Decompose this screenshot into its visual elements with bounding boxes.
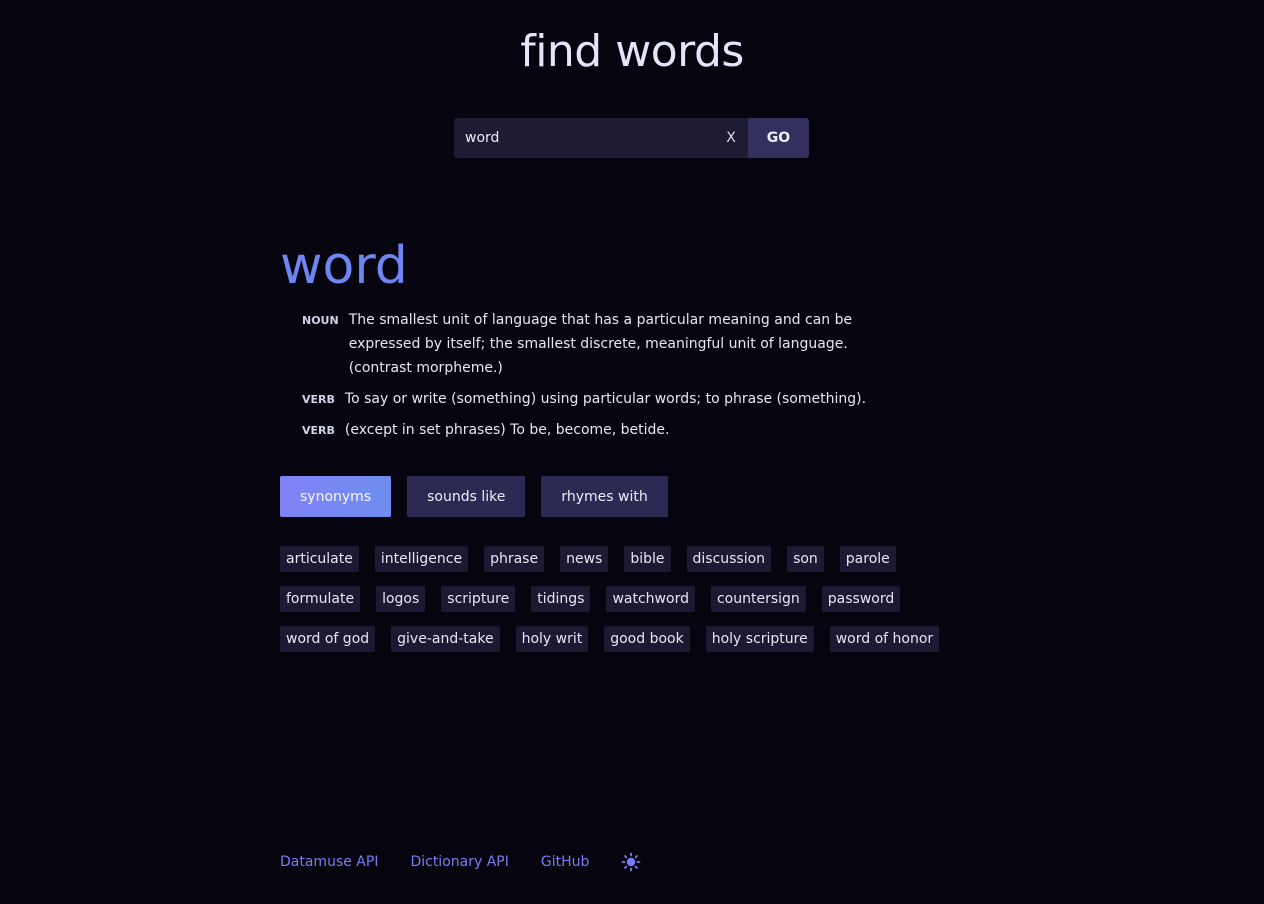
- word-chip[interactable]: phrase: [484, 546, 545, 572]
- definition-text: To say or write (something) using partic…: [344, 391, 867, 407]
- word-chip[interactable]: good book: [604, 626, 690, 652]
- tab-sounds-like[interactable]: sounds like: [407, 476, 526, 517]
- tab-synonyms[interactable]: synonyms: [280, 476, 392, 517]
- definition-text: (except in set phrases) To be, become, b…: [344, 422, 670, 438]
- word-chip[interactable]: intelligence: [374, 546, 469, 572]
- definition-item: VERB (except in set phrases) To be, beco…: [302, 418, 912, 442]
- word-chip[interactable]: tidings: [531, 586, 591, 612]
- part-of-speech: VERB: [302, 424, 335, 437]
- word-chip[interactable]: countersign: [710, 586, 806, 612]
- github-link[interactable]: GitHub: [541, 850, 590, 874]
- tab-rhymes-with[interactable]: rhymes with: [541, 476, 668, 517]
- word-chip[interactable]: holy scripture: [705, 626, 814, 652]
- definition-item: NOUN The smallest unit of language that …: [302, 308, 912, 380]
- word-row: word of god give-and-take holy writ good…: [280, 626, 980, 652]
- word-chip[interactable]: bible: [624, 546, 671, 572]
- word-chip[interactable]: password: [821, 586, 901, 612]
- part-of-speech: NOUN: [302, 314, 339, 327]
- word-chip[interactable]: word of god: [280, 626, 376, 652]
- page: find words X GO word NOUN The smallest u…: [0, 0, 1264, 904]
- word-chip[interactable]: parole: [839, 546, 896, 572]
- definition-text: The smallest unit of language that has a…: [348, 312, 853, 376]
- word-chip[interactable]: scripture: [441, 586, 516, 612]
- definitions-list: NOUN The smallest unit of language that …: [302, 308, 912, 449]
- clear-button[interactable]: X: [714, 118, 748, 158]
- theme-toggle-button[interactable]: [621, 852, 641, 872]
- go-button[interactable]: GO: [748, 118, 809, 158]
- footer: Datamuse API Dictionary API GitHub: [280, 850, 641, 874]
- word-chip[interactable]: watchword: [606, 586, 695, 612]
- search-input[interactable]: [454, 118, 714, 158]
- word-chip[interactable]: news: [560, 546, 609, 572]
- site-title: find words: [520, 26, 744, 77]
- word-chip[interactable]: discussion: [686, 546, 772, 572]
- word-chip[interactable]: word of honor: [829, 626, 940, 652]
- word-chip[interactable]: son: [787, 546, 824, 572]
- word-chip[interactable]: give-and-take: [391, 626, 500, 652]
- related-words: articulate intelligence phrase news bibl…: [280, 546, 980, 666]
- word-row: articulate intelligence phrase news bibl…: [280, 546, 980, 572]
- definition-item: VERB To say or write (something) using p…: [302, 387, 912, 411]
- word-chip[interactable]: formulate: [280, 586, 361, 612]
- headword: word: [280, 236, 408, 296]
- search-bar: X GO: [454, 118, 809, 158]
- sun-icon: [621, 852, 641, 872]
- part-of-speech: VERB: [302, 393, 335, 406]
- dictionary-api-link[interactable]: Dictionary API: [410, 850, 508, 874]
- word-chip[interactable]: holy writ: [515, 626, 589, 652]
- word-chip[interactable]: articulate: [280, 546, 359, 572]
- word-chip[interactable]: logos: [376, 586, 426, 612]
- datamuse-api-link[interactable]: Datamuse API: [280, 850, 378, 874]
- word-row: formulate logos scripture tidings watchw…: [280, 586, 980, 612]
- relation-tabs: synonyms sounds like rhymes with: [280, 476, 668, 517]
